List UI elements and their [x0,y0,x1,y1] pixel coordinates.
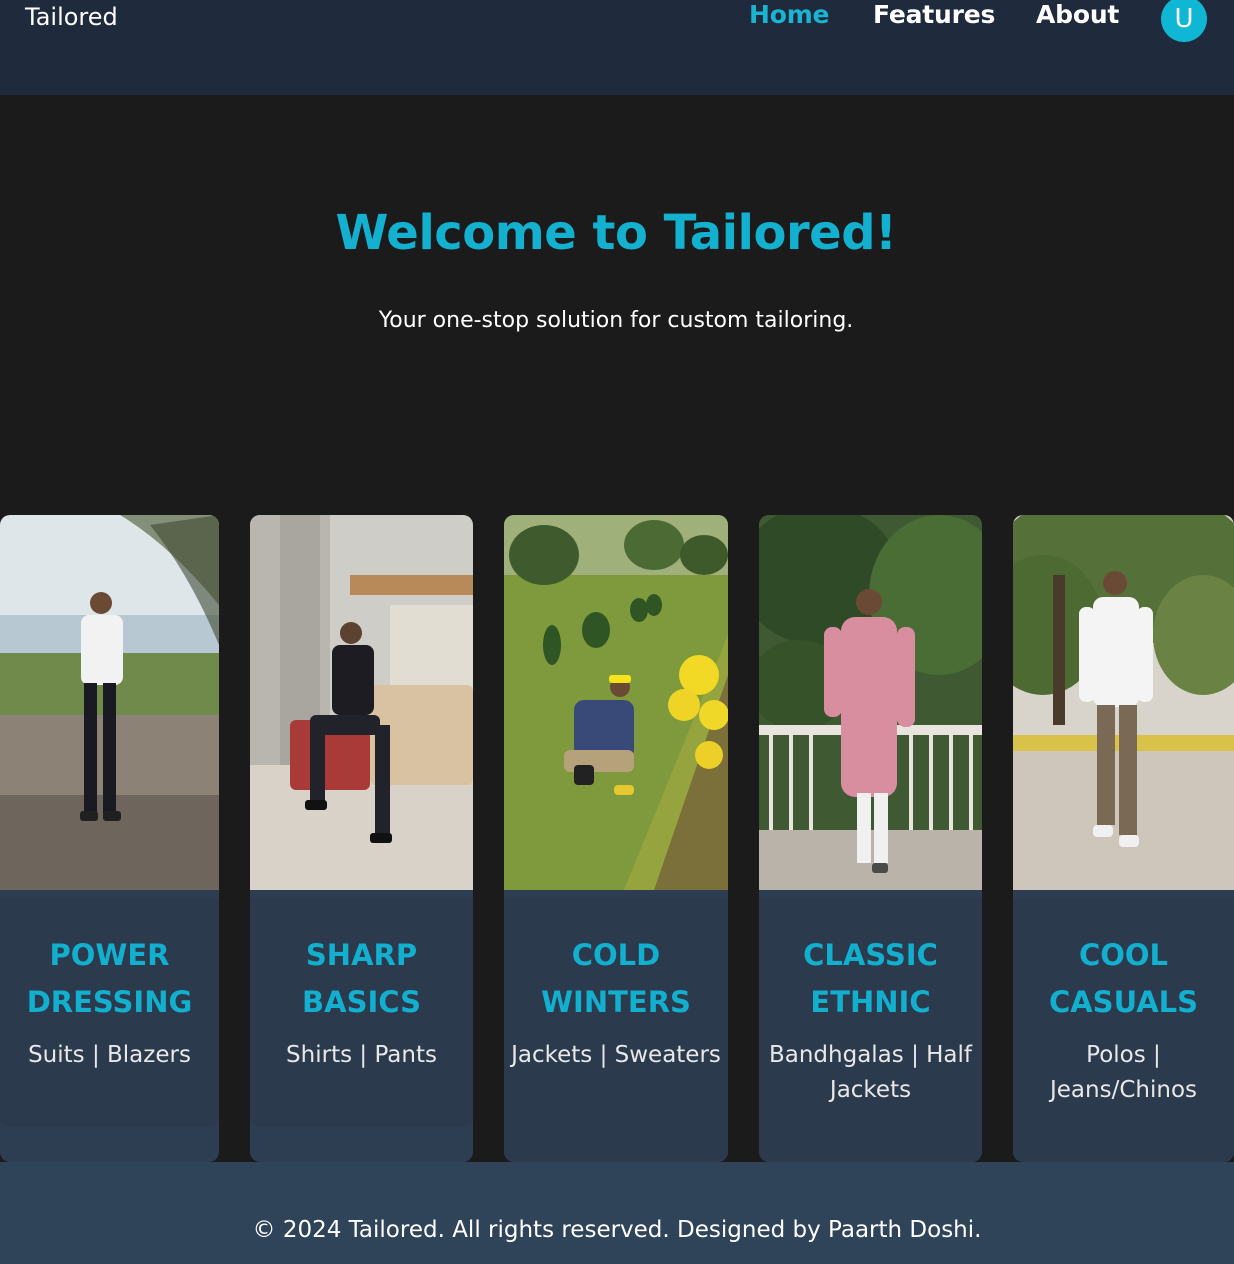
card-description: Jackets | Sweaters [511,1042,721,1068]
hero-title: Welcome to Tailored! [335,205,897,261]
brand-logo[interactable]: Tailored [25,3,118,31]
card-photo [0,515,219,890]
user-avatar[interactable]: U [1161,0,1207,42]
card-body: COOL CASUALS Polos | Jeans/Chinos [1013,898,1234,1162]
category-card-classic-ethnic[interactable]: CLASSIC ETHNIC Bandhgalas | Half Jackets [759,515,982,1162]
card-title: CLASSIC ETHNIC [803,938,938,1019]
card-title: POWER DRESSING [26,938,193,1019]
category-card-cool-casuals[interactable]: COOL CASUALS Polos | Jeans/Chinos [1013,515,1234,1162]
card-title: COLD WINTERS [541,938,691,1019]
card-description: Bandhgalas | Half Jackets [768,1042,973,1103]
nav-features-link[interactable]: Features [873,0,995,29]
hero-subtitle: Your one-stop solution for custom tailor… [378,308,854,333]
card-body: POWER DRESSING Suits | Blazers [0,898,219,1127]
footer-copyright: © 2024 Tailored. All rights reserved. De… [252,1217,982,1243]
category-card-power-dressing[interactable]: POWER DRESSING Suits | Blazers [0,515,219,1162]
nav-home-link[interactable]: Home [749,0,830,29]
category-card-sharp-basics[interactable]: SHARP BASICS Shirts | Pants [250,515,473,1162]
card-body: SHARP BASICS Shirts | Pants [250,898,473,1127]
card-photo [250,515,473,890]
card-body: COLD WINTERS Jackets | Sweaters [504,898,728,1162]
navbar: Tailored Home Features About U [0,0,1234,95]
category-card-cold-winters[interactable]: COLD WINTERS Jackets | Sweaters [504,515,728,1162]
nav-about-link[interactable]: About [1036,0,1119,29]
card-body: CLASSIC ETHNIC Bandhgalas | Half Jackets [759,898,982,1162]
card-photo [504,515,728,890]
card-photo [759,515,982,890]
card-description: Suits | Blazers [28,1042,191,1068]
footer: © 2024 Tailored. All rights reserved. De… [0,1162,1234,1264]
card-photo [1013,515,1234,890]
card-description: Polos | Jeans/Chinos [1050,1042,1197,1103]
card-title: SHARP BASICS [302,938,421,1019]
card-title: COOL CASUALS [1048,938,1199,1019]
card-description: Shirts | Pants [286,1042,437,1068]
